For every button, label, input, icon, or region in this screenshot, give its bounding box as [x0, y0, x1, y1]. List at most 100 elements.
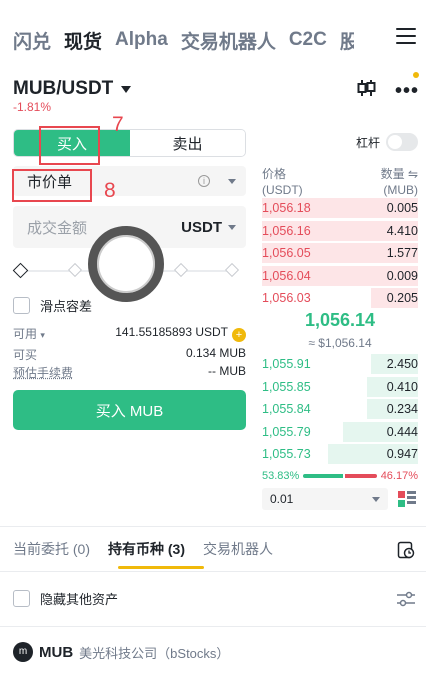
slider-step-25[interactable]	[67, 262, 83, 278]
hide-assets-label: 隐藏其他资产	[40, 592, 119, 607]
pair-selector[interactable]: MUB/USDT	[13, 78, 132, 100]
slippage-checkbox[interactable]	[13, 297, 30, 314]
asset-name: 美光科技公司（bStocks）	[79, 645, 230, 661]
active-tab-underline	[118, 566, 204, 569]
bid-row[interactable]: 1,055.73 0.947	[262, 444, 418, 464]
annotation-number-8: 8	[104, 179, 116, 202]
leverage-toggle[interactable]	[386, 133, 418, 151]
tab-c2c[interactable]: C2C	[289, 29, 327, 51]
row-price: 1,055.79	[262, 424, 311, 439]
row-qty: 0.005	[386, 201, 418, 215]
order-history-icon[interactable]	[397, 541, 415, 559]
available-label[interactable]: 可用 ▾	[13, 325, 45, 342]
tab-spot[interactable]: 现货	[64, 27, 102, 54]
annotation-box-buy	[39, 126, 100, 165]
row-price: 1,056.18	[262, 201, 311, 215]
hide-other-assets[interactable]: 隐藏其他资产	[13, 589, 118, 608]
chevron-down-icon	[228, 224, 236, 230]
orderbook-layout-icon[interactable]	[398, 491, 416, 507]
add-funds-icon[interactable]: +	[232, 328, 246, 342]
slider-handle[interactable]	[12, 262, 29, 279]
amount-unit[interactable]: USDT	[181, 219, 222, 236]
ask-row[interactable]: 1,056.16 4.410	[262, 220, 418, 241]
row-price: 1,056.03	[262, 291, 311, 305]
pair-change: -1.81%	[13, 100, 52, 114]
row-qty: 1.577	[386, 246, 418, 260]
top-tab-bar: 闪兑 现货 Alpha 交易机器人 C2C 股	[0, 22, 426, 58]
tab-bots[interactable]: 交易机器人	[203, 539, 273, 559]
fee-value: -- MUB	[208, 364, 246, 378]
available-row: 可用 ▾ 141.55185893 USDT +	[13, 325, 246, 342]
tab-open-orders[interactable]: 当前委托 (0)	[13, 539, 90, 559]
buy-ratio: 53.83%	[262, 470, 300, 482]
qty-header[interactable]: 数量 ⇋	[381, 166, 418, 182]
asset-row-mub[interactable]: m MUB 美光科技公司（bStocks）	[13, 642, 229, 662]
buy-sell-ratio: 53.83% 46.17%	[262, 470, 418, 482]
tab-trading-bot[interactable]: 交易机器人	[181, 27, 276, 54]
slider-step-75[interactable]	[173, 262, 189, 278]
fee-row: 预估手续费 -- MUB	[13, 364, 246, 381]
row-price: 1,055.84	[262, 402, 311, 416]
leverage-label: 杠杆	[356, 136, 381, 150]
qty-unit: (MUB)	[383, 183, 418, 197]
bid-row[interactable]: 1,055.79 0.444	[262, 421, 418, 442]
last-price-usd: ≈ $1,056.14	[308, 336, 372, 350]
can-buy-value: 0.134 MUB	[185, 346, 246, 360]
precision-select[interactable]: 0.01	[262, 488, 388, 510]
candlestick-chart-icon[interactable]	[356, 78, 376, 98]
sell-ratio: 46.17%	[380, 470, 418, 482]
annotation-box-order-type	[12, 169, 92, 202]
buy-button[interactable]: 买入 MUB	[13, 390, 246, 430]
ask-row[interactable]: 1,056.18 0.005	[262, 198, 418, 218]
more-options-icon[interactable]: •••	[395, 80, 419, 103]
loading-spinner	[88, 226, 164, 302]
bid-row[interactable]: 1,055.84 0.234	[262, 399, 418, 419]
row-qty: 4.410	[386, 223, 418, 238]
price-header: 价格	[262, 167, 287, 181]
can-buy-row: 可买 0.134 MUB	[13, 346, 246, 363]
bid-row[interactable]: 1,055.85 0.410	[262, 376, 418, 397]
available-value: 141.55185893 USDT +	[115, 325, 246, 342]
info-icon[interactable]: i	[198, 175, 210, 187]
hide-assets-checkbox[interactable]	[13, 590, 30, 607]
row-qty: 0.947	[386, 447, 418, 461]
filter-settings-icon[interactable]	[396, 590, 416, 608]
bottom-tab-bar: 当前委托 (0) 持有币种 (3) 交易机器人	[13, 539, 291, 559]
can-buy-label: 可买	[13, 348, 38, 362]
ask-row[interactable]: 1,056.03 0.205	[262, 288, 418, 308]
precision-value: 0.01	[270, 492, 294, 506]
row-qty: 0.009	[386, 268, 418, 283]
ratio-bar	[303, 474, 377, 478]
slider-step-100[interactable]	[224, 262, 240, 278]
tab-swap[interactable]: 闪兑	[13, 27, 51, 54]
last-price: 1,056.14	[304, 310, 376, 330]
hamburger-menu-icon[interactable]	[396, 28, 416, 46]
row-qty: 0.234	[386, 402, 418, 416]
row-price: 1,055.91	[262, 357, 311, 371]
notification-dot	[413, 72, 419, 78]
bid-row[interactable]: 1,055.91 2.450	[262, 354, 418, 374]
toggle-knob	[388, 135, 402, 149]
ask-row[interactable]: 1,056.05 1.577	[262, 243, 418, 263]
tab-stocks[interactable]: 股	[340, 27, 354, 54]
row-price: 1,056.04	[262, 268, 311, 283]
row-price: 1,056.16	[262, 223, 311, 238]
slippage-label: 滑点容差	[40, 299, 93, 314]
mub-logo-icon: m	[13, 642, 33, 662]
divider	[0, 626, 426, 627]
slippage-option[interactable]: 滑点容差	[13, 296, 92, 315]
row-qty: 0.444	[386, 424, 418, 439]
row-qty: 0.205	[386, 291, 418, 305]
pair-name: MUB/USDT	[13, 78, 114, 99]
row-price: 1,055.85	[262, 379, 311, 394]
row-qty: 0.410	[386, 379, 418, 394]
ask-row[interactable]: 1,056.04 0.009	[262, 265, 418, 286]
sell-tab[interactable]: 卖出	[130, 130, 245, 156]
row-qty: 2.450	[386, 357, 418, 371]
fee-label[interactable]: 预估手续费	[13, 364, 73, 381]
tab-alpha[interactable]: Alpha	[115, 29, 168, 51]
row-price: 1,056.05	[262, 246, 311, 260]
chevron-down-icon	[372, 496, 380, 502]
tab-holdings[interactable]: 持有币种 (3)	[108, 539, 185, 559]
row-price: 1,055.73	[262, 447, 311, 461]
